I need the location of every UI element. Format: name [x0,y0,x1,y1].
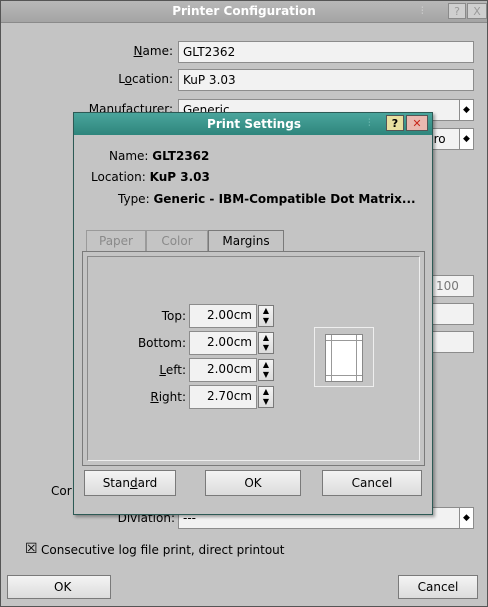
bottom-margin-spinner[interactable]: ▲ ▼ [258,332,274,354]
blank-field-2[interactable] [431,331,474,353]
comment-label-fragment: Cor [51,484,72,498]
dialog-name-label: Name: [109,149,149,163]
dialog-type-label: Type: [118,192,150,206]
window-title: Printer Configuration [172,4,316,18]
tab-color[interactable]: Color [146,230,208,251]
cancel-button[interactable]: Cancel [398,575,478,599]
top-margin-label: Top: [161,309,186,323]
dialog-type-line: Type: Generic - IBM-Compatible Dot Matri… [118,190,416,208]
left-margin-label: Left: [159,363,186,377]
model-dropdown-icon[interactable]: ◆ [459,129,473,149]
dialog-name-line: Name: GLT2362 [109,147,209,165]
dialog-title: Print Settings [207,117,301,131]
consecutive-log-checkbox[interactable]: ☒ [25,539,38,559]
ok-button[interactable]: OK [7,575,111,599]
right-margin-spinner[interactable]: ▲ ▼ [258,386,274,408]
page-preview [314,327,374,387]
consecutive-log-label: Consecutive log file print, direct print… [41,543,285,557]
tab-margins[interactable]: Margins [208,230,284,251]
bottom-margin-input[interactable]: 2.00cm [189,331,257,355]
blank-field-1[interactable] [431,303,474,325]
bottom-margin-label: Bottom: [137,336,186,350]
grip-icon: ⫶ [421,6,424,17]
top-margin-spinner[interactable]: ▲ ▼ [258,305,274,327]
margin-line-top [326,340,362,341]
dialog-location-line: Location: KuP 3.03 [91,168,210,186]
dialog-type-value: Generic - IBM-Compatible Dot Matrix... [153,192,416,206]
top-margin-input[interactable]: 2.00cm [189,304,257,328]
dialog-titlebar[interactable]: Print Settings ⫶ ? ✕ [74,113,432,135]
print-settings-dialog: Print Settings ⫶ ? ✕ Name: GLT2362 Locat… [73,112,433,515]
name-label: Name: [133,44,173,58]
left-margin-spinner[interactable]: ▲ ▼ [258,359,274,381]
window-close-button[interactable]: X [467,3,487,19]
dialog-cancel-button[interactable]: Cancel [322,470,422,496]
number-field[interactable]: 100 [431,275,474,297]
page-preview-paper [325,334,363,382]
dialog-close-button[interactable]: ✕ [406,115,428,131]
location-field[interactable]: KuP 3.03 [178,69,474,91]
manufacturer-dropdown-icon[interactable]: ◆ [459,100,473,120]
tab-paper[interactable]: Paper [86,230,146,251]
dialog-location-value: KuP 3.03 [149,170,210,184]
standard-button[interactable]: Standard [84,470,176,496]
dialog-grip-icon: ⫶ [368,118,371,129]
margin-line-bottom [326,375,362,376]
left-margin-input[interactable]: 2.00cm [189,358,257,382]
name-field[interactable]: GLT2362 [178,41,474,63]
location-label: Location: [118,72,173,86]
dialog-ok-button[interactable]: OK [205,470,301,496]
window-help-button[interactable]: ? [448,3,466,19]
window-titlebar[interactable]: Printer Configuration ⫶ ? X [1,1,487,23]
right-margin-label: Right: [150,390,186,404]
diviation-dropdown-icon[interactable]: ◆ [459,508,473,528]
dialog-name-value: GLT2362 [152,149,210,163]
dialog-help-button[interactable]: ? [386,115,404,131]
right-margin-input[interactable]: 2.70cm [189,385,257,409]
dialog-location-label: Location: [91,170,146,184]
